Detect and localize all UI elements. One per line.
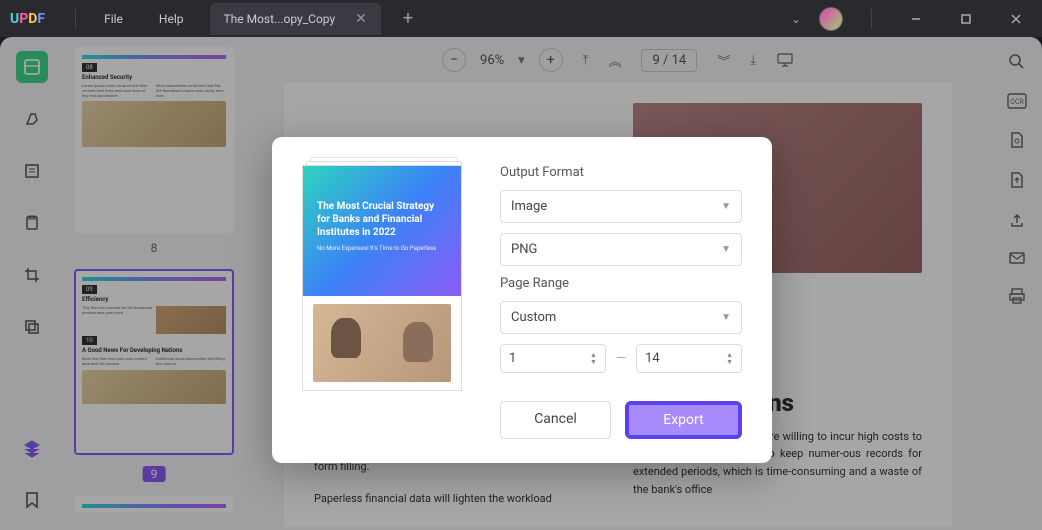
range-to-value: 14 [645, 351, 660, 366]
close-window-button[interactable] [1000, 3, 1032, 35]
add-tab-button[interactable]: + [395, 8, 421, 29]
menu-help[interactable]: Help [141, 12, 202, 26]
export-button[interactable]: Export [629, 405, 738, 435]
preview-image [313, 304, 451, 382]
format-select[interactable]: Image ▼ [500, 190, 742, 223]
export-preview: The Most Crucial Strategy for Banks and … [302, 165, 472, 439]
document-tab[interactable]: The Most...opy_Copy ✕ [210, 3, 381, 35]
export-dialog: The Most Crucial Strategy for Banks and … [272, 137, 772, 463]
workspace: 08 Enhanced Security Lorem ipsum dolor s… [0, 37, 1042, 530]
output-format-label: Output Format [500, 165, 742, 180]
caret-down-icon: ▼ [721, 201, 731, 212]
range-from-input[interactable]: 1 ▲▼ [500, 344, 606, 373]
range-value: Custom [511, 310, 556, 325]
app-logo: UPDF [10, 11, 45, 27]
tab-title: The Most...opy_Copy [224, 12, 336, 26]
close-tab-icon[interactable]: ✕ [355, 11, 367, 27]
preview-title: The Most Crucial Strategy for Banks and … [317, 200, 447, 239]
divider [871, 9, 872, 29]
range-to-input[interactable]: 14 ▲▼ [636, 344, 742, 373]
format-value: Image [511, 199, 547, 214]
maximize-button[interactable] [950, 3, 982, 35]
chevron-down-icon[interactable]: ⌄ [791, 12, 801, 26]
menu-file[interactable]: File [86, 12, 141, 26]
range-separator: — [616, 351, 626, 366]
caret-down-icon: ▼ [721, 244, 731, 255]
step-down-icon[interactable]: ▼ [726, 359, 733, 366]
range-from-value: 1 [509, 351, 516, 366]
preview-subtitle: No More Expenses! It's Time to Go Paperl… [317, 245, 447, 253]
caret-down-icon: ▼ [721, 312, 731, 323]
user-avatar[interactable] [819, 7, 843, 31]
titlebar: UPDF File Help The Most...opy_Copy ✕ + ⌄ [0, 0, 1042, 37]
export-button-highlight: Export [625, 401, 742, 439]
page-range-label: Page Range [500, 276, 742, 291]
type-value: PNG [511, 242, 537, 257]
cancel-button[interactable]: Cancel [500, 401, 611, 439]
divider [75, 9, 76, 29]
range-select[interactable]: Custom ▼ [500, 301, 742, 334]
filetype-select[interactable]: PNG ▼ [500, 233, 742, 266]
minimize-button[interactable] [900, 3, 932, 35]
step-down-icon[interactable]: ▼ [590, 359, 597, 366]
export-form: Output Format Image ▼ PNG ▼ Page Range C… [500, 165, 742, 439]
